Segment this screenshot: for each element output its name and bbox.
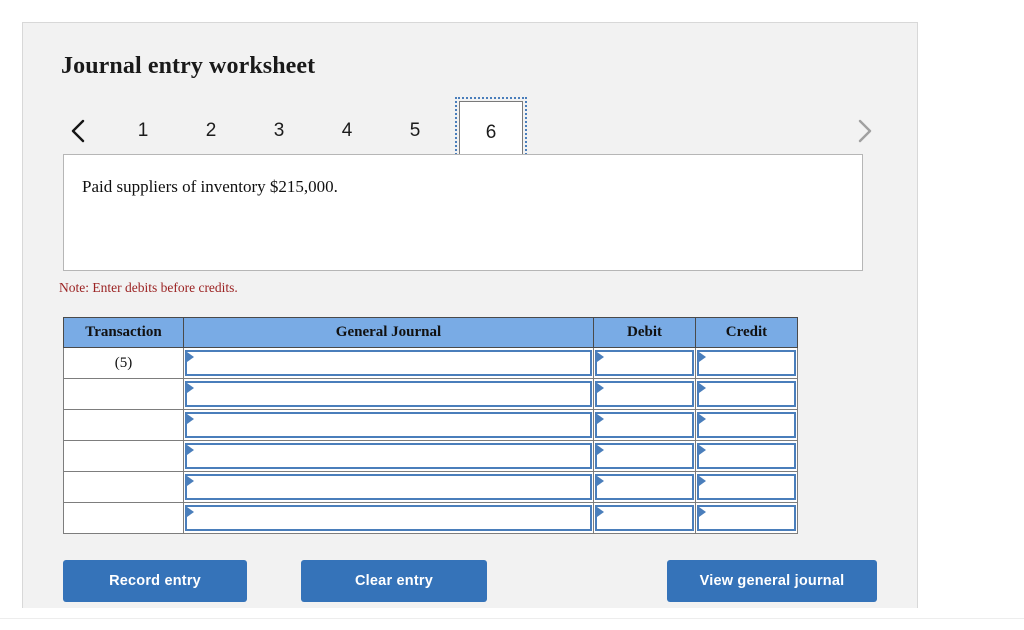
dropdown-arrow-icon: [597, 445, 604, 455]
transaction-description-box: Paid suppliers of inventory $215,000.: [63, 154, 863, 271]
table-row: (5): [64, 348, 798, 379]
credit-input[interactable]: [697, 381, 796, 407]
general-journal-input[interactable]: [185, 381, 592, 407]
table-row: [64, 472, 798, 503]
table-header-row: Transaction General Journal Debit Credit: [64, 318, 798, 348]
credit-input-cell[interactable]: [696, 379, 798, 410]
next-page-button[interactable]: [847, 109, 881, 153]
record-entry-button[interactable]: Record entry: [63, 560, 247, 602]
transaction-description-text: Paid suppliers of inventory $215,000.: [82, 177, 338, 197]
previous-page-button[interactable]: [61, 109, 95, 153]
page-title: Journal entry worksheet: [61, 53, 315, 80]
credit-input[interactable]: [697, 350, 796, 376]
column-header-credit: Credit: [696, 318, 798, 348]
dropdown-arrow-icon: [187, 352, 194, 362]
table-row: [64, 441, 798, 472]
debit-input-cell[interactable]: [594, 379, 696, 410]
view-general-journal-button[interactable]: View general journal: [667, 560, 877, 602]
clear-entry-button[interactable]: Clear entry: [301, 560, 487, 602]
debit-input-cell[interactable]: [594, 503, 696, 534]
general-journal-input[interactable]: [185, 505, 592, 531]
general-journal-input-cell[interactable]: [184, 503, 594, 534]
general-journal-input-cell[interactable]: [184, 379, 594, 410]
pager-page-1[interactable]: 1: [121, 109, 165, 153]
table-row: [64, 379, 798, 410]
table-row: [64, 503, 798, 534]
debit-input[interactable]: [595, 474, 694, 500]
journal-entry-table: Transaction General Journal Debit Credit…: [63, 317, 798, 534]
screenshot-root: Journal entry worksheet 1 2 3 4 5 6: [0, 0, 1024, 630]
debit-input-cell[interactable]: [594, 410, 696, 441]
dropdown-arrow-icon: [597, 352, 604, 362]
general-journal-input[interactable]: [185, 412, 592, 438]
debit-input-cell[interactable]: [594, 472, 696, 503]
dropdown-arrow-icon: [187, 507, 194, 517]
debit-input[interactable]: [595, 381, 694, 407]
chevron-left-icon: [69, 117, 87, 145]
general-journal-input-cell[interactable]: [184, 472, 594, 503]
dropdown-arrow-icon: [597, 383, 604, 393]
dropdown-arrow-icon: [187, 445, 194, 455]
credit-input[interactable]: [697, 412, 796, 438]
transaction-number-cell: [64, 441, 184, 472]
credit-input-cell[interactable]: [696, 503, 798, 534]
dropdown-arrow-icon: [699, 383, 706, 393]
dropdown-arrow-icon: [597, 414, 604, 424]
debit-input[interactable]: [595, 412, 694, 438]
general-journal-input[interactable]: [185, 443, 592, 469]
general-journal-input[interactable]: [185, 350, 592, 376]
credit-input-cell[interactable]: [696, 472, 798, 503]
dropdown-arrow-icon: [699, 476, 706, 486]
dropdown-arrow-icon: [597, 507, 604, 517]
dropdown-arrow-icon: [699, 507, 706, 517]
column-header-general-journal: General Journal: [184, 318, 594, 348]
pager-page-3[interactable]: 3: [257, 109, 301, 153]
credit-input[interactable]: [697, 474, 796, 500]
column-header-transaction: Transaction: [64, 318, 184, 348]
transaction-number-cell: [64, 472, 184, 503]
credit-input[interactable]: [697, 505, 796, 531]
journal-entry-card: Journal entry worksheet 1 2 3 4 5 6: [22, 22, 918, 608]
general-journal-input[interactable]: [185, 474, 592, 500]
debits-before-credits-note: Note: Enter debits before credits.: [59, 280, 238, 296]
dropdown-arrow-icon: [699, 414, 706, 424]
table-row: [64, 410, 798, 441]
debit-input-cell[interactable]: [594, 441, 696, 472]
general-journal-input-cell[interactable]: [184, 348, 594, 379]
transaction-number-cell: [64, 503, 184, 534]
credit-input-cell[interactable]: [696, 410, 798, 441]
debit-input-cell[interactable]: [594, 348, 696, 379]
dropdown-arrow-icon: [699, 445, 706, 455]
chevron-right-icon: [855, 117, 873, 145]
dropdown-arrow-icon: [597, 476, 604, 486]
dropdown-arrow-icon: [187, 414, 194, 424]
credit-input-cell[interactable]: [696, 441, 798, 472]
debit-input[interactable]: [595, 350, 694, 376]
transaction-number-cell: (5): [64, 348, 184, 379]
dropdown-arrow-icon: [187, 476, 194, 486]
transaction-number-cell: [64, 410, 184, 441]
dropdown-arrow-icon: [187, 383, 194, 393]
pager-page-2[interactable]: 2: [189, 109, 233, 153]
pager-page-4[interactable]: 4: [325, 109, 369, 153]
general-journal-input-cell[interactable]: [184, 441, 594, 472]
column-header-debit: Debit: [594, 318, 696, 348]
pager-page-5[interactable]: 5: [393, 109, 437, 153]
credit-input[interactable]: [697, 443, 796, 469]
general-journal-input-cell[interactable]: [184, 410, 594, 441]
page-bottom-divider: [0, 618, 1024, 630]
transaction-number-cell: [64, 379, 184, 410]
credit-input-cell[interactable]: [696, 348, 798, 379]
debit-input[interactable]: [595, 505, 694, 531]
debit-input[interactable]: [595, 443, 694, 469]
dropdown-arrow-icon: [699, 352, 706, 362]
